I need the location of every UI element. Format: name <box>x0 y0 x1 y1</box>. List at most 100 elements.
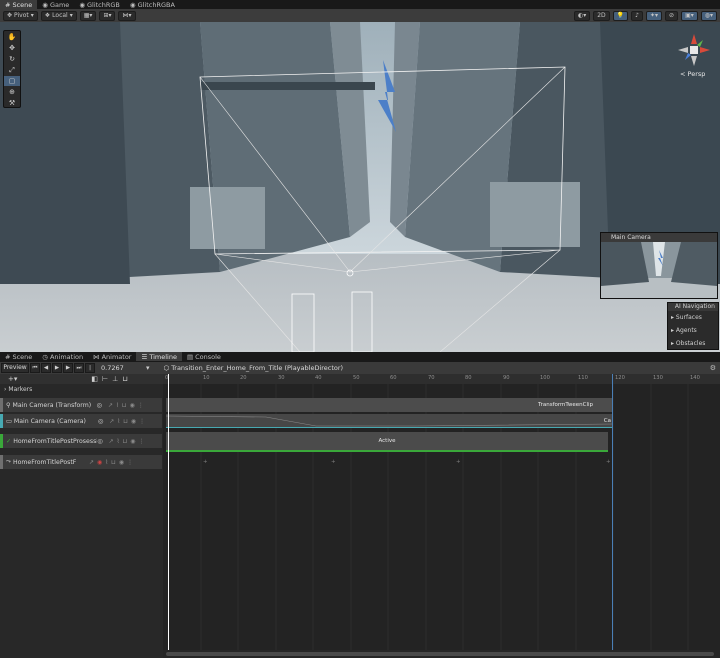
tab-label: GlitchRGBA <box>137 0 175 9</box>
chevron-right-icon[interactable]: › <box>4 386 6 393</box>
curve-icon[interactable]: ⌇ <box>105 459 108 466</box>
audio-toggle[interactable]: ♪ <box>631 10 643 21</box>
add-track-button[interactable]: +▾ <box>8 375 17 383</box>
frame-icon[interactable]: ◧ <box>91 375 98 383</box>
eye-icon: ◉ <box>129 0 136 9</box>
camera-clip[interactable]: Ca <box>166 414 613 428</box>
snap-increment-button[interactable]: ⊞▾ <box>99 10 116 21</box>
lock-icon[interactable]: ⊔ <box>122 402 127 409</box>
target-icon[interactable]: ◎ <box>98 418 103 425</box>
snap-settings-button[interactable]: ⋈▾ <box>118 10 136 21</box>
scale-tool[interactable]: ⤢ <box>4 65 20 75</box>
scene-viewport[interactable] <box>0 22 720 352</box>
target-icon[interactable]: ◎ <box>97 438 102 445</box>
mute-icon[interactable]: ◉ <box>131 418 136 425</box>
gamepad-icon: ◉ <box>42 0 48 9</box>
tab-scene[interactable]: # Scene <box>0 0 38 9</box>
record-icon[interactable]: ↗ <box>89 459 94 466</box>
ai-nav-obstacles[interactable]: ▸ Obstacles <box>668 337 718 350</box>
track-postprocess-activation[interactable]: ✓ HomeFromTitlePostProsessi ◎ ↗ ⌇ ⊔ ◉ ⋮ <box>0 434 162 448</box>
marker-icon[interactable]: + <box>203 459 208 465</box>
2d-toggle[interactable]: 2D <box>593 10 610 21</box>
current-time-field[interactable]: 0.7267 <box>101 364 146 372</box>
curve-icon[interactable]: ⌇ <box>116 402 119 409</box>
lock-icon[interactable]: ⊔ <box>122 375 127 383</box>
key-icon[interactable]: ⊢ <box>102 375 108 383</box>
local-dropdown[interactable]: ❖ Local ▾ <box>40 10 77 21</box>
orientation-gizmo[interactable] <box>676 32 712 68</box>
tab-animation[interactable]: ◷ Animation <box>37 352 88 361</box>
record-icon[interactable]: ↗ <box>108 402 113 409</box>
transform-tween-clip[interactable]: TransformTweenClip <box>166 398 613 412</box>
track-postprocess-signal[interactable]: ⤳ HomeFromTitlePostF ↗ ◉ ⌇ ⊔ ◉ ⋮ <box>0 455 162 469</box>
lock-icon[interactable]: ⊔ <box>123 438 128 445</box>
mute-icon[interactable]: ◉ <box>130 402 135 409</box>
tab-timeline[interactable]: ☰ Timeline <box>136 352 182 361</box>
hand-tool[interactable]: ✋ <box>4 32 20 42</box>
rec-dot-icon[interactable]: ◉ <box>97 459 102 466</box>
ai-nav-surfaces[interactable]: ▸ Surfaces <box>668 311 718 324</box>
more-icon[interactable]: ⋮ <box>139 418 145 425</box>
scene-tools-panel: ✋ ✥ ↻ ⤢ ▢ ⊕ ⚒ <box>3 30 21 108</box>
ruler-tick: 140 <box>690 375 700 381</box>
play-button[interactable]: ▶ <box>52 363 62 373</box>
timeline-clip-area[interactable]: TransformTweenClip Ca Active + + + + <box>163 374 720 658</box>
preview-toggle[interactable]: Preview <box>1 363 29 373</box>
tab-label: Animation <box>49 352 84 361</box>
gizmos-dropdown[interactable]: ◍▾ <box>700 10 717 21</box>
lock-icon[interactable]: ⊔ <box>123 418 128 425</box>
gear-icon[interactable]: ⚙ <box>710 364 716 372</box>
tab-scene-bottom[interactable]: # Scene <box>0 352 37 361</box>
more-icon[interactable]: ⋮ <box>138 402 144 409</box>
grid-snap-button[interactable]: ▦▾ <box>79 10 97 21</box>
marker-icon[interactable]: + <box>456 459 461 465</box>
activation-clip[interactable]: Active <box>166 432 608 452</box>
track-main-camera-camera[interactable]: ▭ Main Camera (Camera) ◎ ↗ ⌇ ⊔ ◉ ⋮ <box>0 414 162 428</box>
marker-icon[interactable]: + <box>331 459 336 465</box>
curve-icon[interactable]: ⌇ <box>117 418 120 425</box>
move-tool[interactable]: ✥ <box>4 43 20 53</box>
time-ruler[interactable]: 0 10 20 30 40 50 60 70 80 90 100 110 120… <box>163 374 720 384</box>
playhead[interactable] <box>168 374 169 658</box>
transform-icon: ⊕ <box>9 88 15 96</box>
pivot-dropdown[interactable]: ✥ Pivot ▾ <box>3 10 38 21</box>
next-frame-button[interactable]: ▶ <box>63 363 73 373</box>
transform-tool[interactable]: ⊕ <box>4 87 20 97</box>
loop-button[interactable]: | <box>85 363 95 373</box>
chevron-down-icon[interactable]: ▾ <box>146 364 150 372</box>
record-icon[interactable]: ↗ <box>109 438 114 445</box>
track-main-camera-transform[interactable]: ⚲ Main Camera (Transform) ◎ ↗ ⌇ ⊔ ◉ ⋮ <box>0 398 162 412</box>
custom-tool[interactable]: ⚒ <box>4 98 20 108</box>
horizontal-scrollbar[interactable] <box>163 650 720 658</box>
go-to-end-button[interactable]: ⏭ <box>74 363 84 373</box>
more-icon[interactable]: ⋮ <box>139 438 145 445</box>
rect-tool[interactable]: ▢ <box>4 76 20 86</box>
tab-glitchrgba[interactable]: ◉ GlitchRGBA <box>125 0 180 9</box>
go-to-start-button[interactable]: ⏮ <box>30 363 40 373</box>
step-forward-icon: ▶ <box>65 365 71 371</box>
effects-dropdown[interactable]: ✦▾ <box>645 10 663 21</box>
tab-glitchrgb[interactable]: ◉ GlitchRGB <box>74 0 125 9</box>
target-icon[interactable]: ◎ <box>97 402 102 409</box>
camera-settings-dropdown[interactable]: ▣▾ <box>681 10 698 21</box>
curve-icon[interactable]: ⌇ <box>117 438 120 445</box>
rotate-tool[interactable]: ↻ <box>4 54 20 64</box>
tab-animator[interactable]: ⋈ Animator <box>88 352 136 361</box>
projection-label[interactable]: < Persp <box>680 70 705 78</box>
hidden-objects-toggle[interactable]: ⊘ <box>665 10 679 21</box>
ai-nav-agents[interactable]: ▸ Agents <box>668 324 718 337</box>
tab-console[interactable]: ▤ Console <box>182 352 226 361</box>
tab-game[interactable]: ◉ Game <box>37 0 74 9</box>
mute-icon[interactable]: ◉ <box>130 438 135 445</box>
camera-icon: ▭ <box>6 417 12 425</box>
lock-icon[interactable]: ⊔ <box>111 459 116 466</box>
draw-mode-dropdown[interactable]: ◐▾ <box>573 10 591 21</box>
prev-frame-button[interactable]: ◀ <box>41 363 51 373</box>
mute-icon[interactable]: ◉ <box>119 459 124 466</box>
more-icon[interactable]: ⋮ <box>127 459 133 466</box>
record-icon[interactable]: ↗ <box>109 418 114 425</box>
scrollbar-thumb[interactable] <box>166 652 714 656</box>
marker-icon[interactable]: + <box>606 459 611 465</box>
curves-icon[interactable]: ⊥ <box>112 375 118 383</box>
lighting-toggle[interactable]: 💡 <box>612 10 629 21</box>
